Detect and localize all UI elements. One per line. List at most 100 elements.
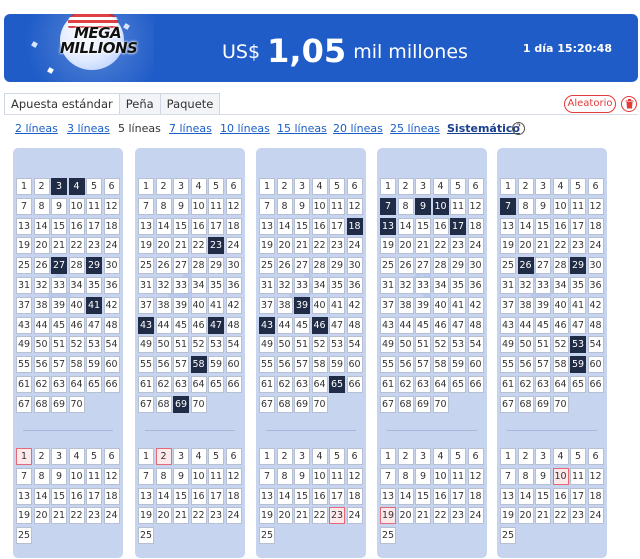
main-number-cell[interactable]: 40 [552,296,569,314]
main-number-cell[interactable]: 11 [450,197,466,215]
main-number-cell[interactable]: 9 [51,197,67,215]
main-number-cell[interactable]: 35 [86,276,102,294]
main-number-cell[interactable]: 25 [259,257,275,275]
main-number-cell[interactable]: 8 [517,197,534,215]
main-number-cell[interactable]: 13 [380,217,396,235]
main-number-cell[interactable]: 56 [155,356,172,374]
main-number-cell[interactable]: 47 [86,316,102,334]
mega-ball-cell[interactable]: 14 [276,487,293,505]
mega-ball-cell[interactable]: 3 [173,448,189,465]
main-number-cell[interactable]: 47 [329,316,345,334]
main-number-cell[interactable]: 53 [450,336,466,354]
lines-option-25[interactable]: 25 líneas [390,122,440,135]
mega-ball-cell[interactable]: 22 [68,507,85,525]
main-number-cell[interactable]: 26 [517,257,534,275]
main-number-cell[interactable]: 48 [225,316,242,334]
main-number-cell[interactable]: 20 [155,237,172,255]
main-number-cell[interactable]: 59 [450,356,466,374]
mega-ball-cell[interactable]: 24 [587,507,604,525]
main-number-cell[interactable]: 38 [33,296,50,314]
main-number-cell[interactable]: 25 [380,257,396,275]
main-number-cell[interactable]: 17 [86,217,102,235]
main-number-cell[interactable]: 31 [500,276,516,294]
main-number-cell[interactable]: 33 [415,276,431,294]
main-number-cell[interactable]: 54 [587,336,604,354]
main-number-cell[interactable]: 54 [225,336,242,354]
main-number-cell[interactable]: 32 [276,276,293,294]
main-number-cell[interactable]: 39 [535,296,551,314]
main-number-cell[interactable]: 21 [173,237,189,255]
mega-ball-cell[interactable]: 2 [276,448,293,465]
main-number-cell[interactable]: 9 [173,197,189,215]
main-number-cell[interactable]: 65 [450,375,466,393]
tab-package[interactable]: Paquete [159,93,221,115]
main-number-cell[interactable]: 30 [467,257,484,275]
main-number-cell[interactable]: 2 [155,178,172,195]
mega-ball-cell[interactable]: 16 [68,487,85,505]
mega-ball-cell[interactable]: 10 [432,467,449,485]
mega-ball-cell[interactable]: 17 [450,487,466,505]
main-number-cell[interactable]: 27 [51,257,67,275]
mega-ball-cell[interactable]: 3 [51,448,67,465]
main-number-cell[interactable]: 3 [51,178,67,195]
lines-option-20[interactable]: 20 líneas [333,122,383,135]
mega-ball-cell[interactable]: 19 [16,507,32,525]
main-number-cell[interactable]: 41 [570,296,586,314]
main-number-cell[interactable]: 12 [103,197,120,215]
main-number-cell[interactable]: 2 [276,178,293,195]
main-number-cell[interactable]: 27 [294,257,310,275]
delete-button[interactable] [621,96,637,112]
main-number-cell[interactable]: 35 [329,276,345,294]
main-number-cell[interactable]: 40 [190,296,207,314]
mega-ball-cell[interactable]: 3 [415,448,431,465]
mega-ball-cell[interactable]: 2 [33,448,50,465]
main-number-cell[interactable]: 28 [432,257,449,275]
main-number-cell[interactable]: 42 [103,296,120,314]
mega-ball-cell[interactable]: 25 [16,527,32,545]
main-number-cell[interactable]: 28 [68,257,85,275]
main-number-cell[interactable]: 43 [380,316,396,334]
main-number-cell[interactable]: 10 [311,197,328,215]
main-number-cell[interactable]: 65 [208,375,224,393]
main-number-cell[interactable]: 52 [68,336,85,354]
main-number-cell[interactable]: 15 [535,217,551,235]
main-number-cell[interactable]: 45 [51,316,67,334]
main-number-cell[interactable]: 66 [225,375,242,393]
main-number-cell[interactable]: 1 [138,178,154,195]
mega-ball-cell[interactable]: 16 [311,487,328,505]
main-number-cell[interactable]: 12 [587,197,604,215]
mega-ball-cell[interactable]: 6 [346,448,363,465]
main-number-cell[interactable]: 54 [467,336,484,354]
mega-ball-cell[interactable]: 11 [570,467,586,485]
main-number-cell[interactable]: 45 [294,316,310,334]
main-number-cell[interactable]: 2 [33,178,50,195]
lines-option-2[interactable]: 2 líneas [15,122,58,135]
main-number-cell[interactable]: 15 [294,217,310,235]
mega-ball-cell[interactable]: 19 [138,507,154,525]
systematic-link[interactable]: Sistemático [447,122,520,135]
tab-standard-bet[interactable]: Apuesta estándar [4,93,120,115]
main-number-cell[interactable]: 54 [346,336,363,354]
main-number-cell[interactable]: 23 [208,237,224,255]
main-number-cell[interactable]: 58 [552,356,569,374]
mega-ball-cell[interactable]: 5 [570,448,586,465]
mega-ball-cell[interactable]: 4 [190,448,207,465]
main-number-cell[interactable]: 57 [173,356,189,374]
main-number-cell[interactable]: 48 [346,316,363,334]
main-number-cell[interactable]: 19 [16,237,32,255]
main-number-cell[interactable]: 55 [500,356,516,374]
main-number-cell[interactable]: 7 [259,197,275,215]
mega-ball-cell[interactable]: 1 [380,448,396,465]
main-number-cell[interactable]: 61 [380,375,396,393]
mega-ball-cell[interactable]: 7 [500,467,516,485]
mega-ball-cell[interactable]: 25 [500,527,516,545]
main-number-cell[interactable]: 58 [432,356,449,374]
main-number-cell[interactable]: 32 [517,276,534,294]
main-number-cell[interactable]: 31 [380,276,396,294]
main-number-cell[interactable]: 20 [276,237,293,255]
main-number-cell[interactable]: 10 [190,197,207,215]
main-number-cell[interactable]: 60 [346,356,363,374]
main-number-cell[interactable]: 55 [138,356,154,374]
main-number-cell[interactable]: 31 [138,276,154,294]
main-number-cell[interactable]: 47 [208,316,224,334]
